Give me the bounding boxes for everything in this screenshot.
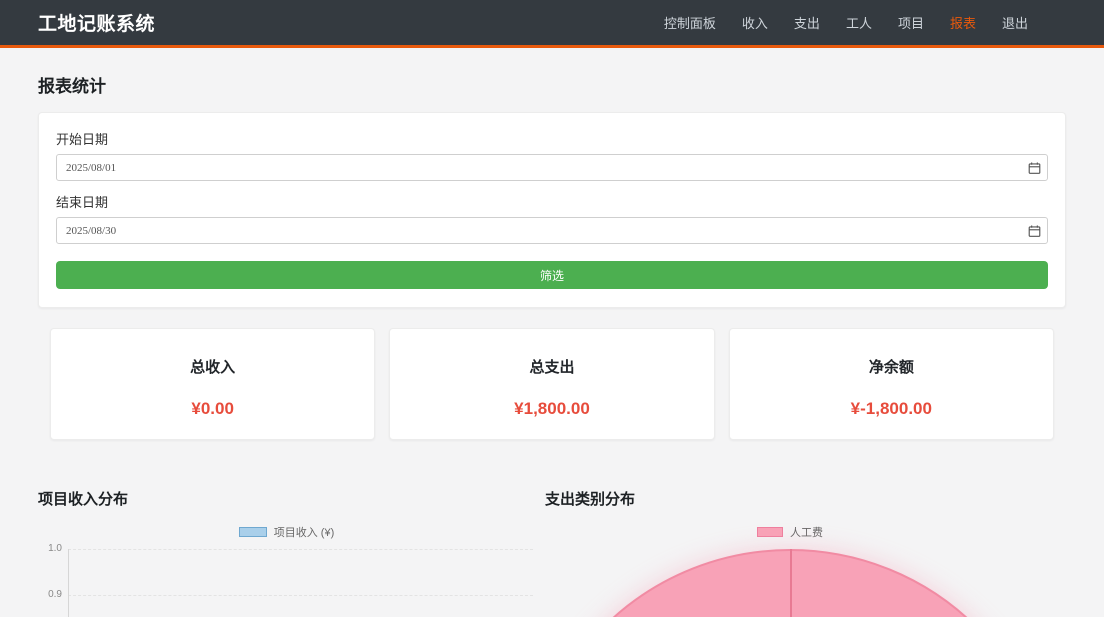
net-balance-title: 净余额 xyxy=(730,356,1053,377)
nav-item-income[interactable]: 收入 xyxy=(742,16,768,31)
nav-item-logout[interactable]: 退出 xyxy=(1002,16,1028,31)
expense-category-pie-chart: 人工费 xyxy=(545,526,1035,617)
total-income-value: ¥0.00 xyxy=(51,399,374,419)
nav-item-projects[interactable]: 项目 xyxy=(898,16,924,31)
end-date-wrap xyxy=(56,217,1048,244)
nav-item-dashboard[interactable]: 控制面板 xyxy=(664,16,716,31)
page-title: 报表统计 xyxy=(38,72,1066,97)
bar-chart-plot-area: 1.0 0.9 0.8 xyxy=(38,543,535,617)
net-balance-card: 净余额 ¥-1,800.00 xyxy=(729,328,1054,440)
calendar-icon[interactable] xyxy=(1028,224,1041,237)
nav-item-workers[interactable]: 工人 xyxy=(846,16,872,31)
summary-cards: 总收入 ¥0.00 总支出 ¥1,800.00 净余额 ¥-1,800.00 xyxy=(50,328,1054,440)
total-expense-title: 总支出 xyxy=(390,356,713,377)
end-date-label: 结束日期 xyxy=(56,192,1048,211)
pie-chart-legend[interactable]: 人工费 xyxy=(545,526,1035,538)
pie-slice-labor-cost xyxy=(525,549,1055,617)
total-expense-value: ¥1,800.00 xyxy=(390,399,713,419)
project-income-chart-title: 项目收入分布 xyxy=(38,488,535,509)
total-income-title: 总收入 xyxy=(51,356,374,377)
project-income-bar-chart: 项目收入 (¥) 1.0 0.9 0.8 xyxy=(38,526,535,617)
start-date-input[interactable] xyxy=(56,154,1048,181)
project-income-chart-section: 项目收入分布 项目收入 (¥) 1.0 0.9 0.8 xyxy=(38,488,535,617)
start-date-label: 开始日期 xyxy=(56,129,1048,148)
bar-legend-label: 项目收入 (¥) xyxy=(274,524,335,540)
gridline xyxy=(68,549,533,550)
calendar-icon[interactable] xyxy=(1028,161,1041,174)
gridline xyxy=(68,595,533,596)
pie-slice-border xyxy=(790,549,792,617)
nav-item-expense[interactable]: 支出 xyxy=(794,16,820,31)
navbar: 工地记账系统 控制面板 收入 支出 工人 项目 报表 退出 xyxy=(0,0,1104,48)
bar-legend-swatch-icon xyxy=(239,527,267,537)
main-content: 报表统计 开始日期 结束日期 筛选 总收入 ¥0.0 xyxy=(0,72,1104,617)
nav-item-reports[interactable]: 报表 xyxy=(950,16,976,31)
nav-links: 控制面板 收入 支出 工人 项目 报表 退出 xyxy=(664,13,1028,33)
end-date-input[interactable] xyxy=(56,217,1048,244)
date-filter-panel: 开始日期 结束日期 筛选 xyxy=(38,112,1066,308)
app-title: 工地记账系统 xyxy=(38,9,155,36)
total-expense-card: 总支出 ¥1,800.00 xyxy=(389,328,714,440)
y-tick: 1.0 xyxy=(38,543,62,554)
start-date-wrap xyxy=(56,154,1048,181)
expense-category-chart-title: 支出类别分布 xyxy=(545,488,1066,509)
pie-legend-swatch-icon xyxy=(757,527,783,537)
bar-chart-legend[interactable]: 项目收入 (¥) xyxy=(38,526,535,538)
y-tick: 0.9 xyxy=(38,589,62,600)
pie-legend-label: 人工费 xyxy=(790,524,823,540)
filter-submit-button[interactable]: 筛选 xyxy=(56,261,1048,289)
expense-category-chart-section: 支出类别分布 人工费 xyxy=(545,488,1066,617)
net-balance-value: ¥-1,800.00 xyxy=(730,399,1053,419)
charts-row: 项目收入分布 项目收入 (¥) 1.0 0.9 0.8 支出类别分布 xyxy=(38,488,1066,617)
y-axis-line xyxy=(68,549,69,617)
total-income-card: 总收入 ¥0.00 xyxy=(50,328,375,440)
